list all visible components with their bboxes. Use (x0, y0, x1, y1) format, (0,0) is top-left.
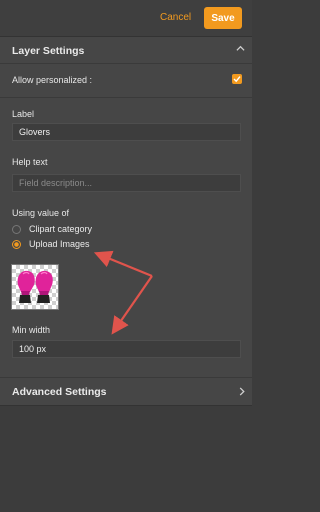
clipart-category-label[interactable]: Clipart category (29, 224, 92, 234)
help-text-label: Help text (12, 157, 48, 167)
layer-settings-panel: Layer Settings Allow personalized : Labe… (0, 37, 252, 406)
help-text-input[interactable]: Field description... (12, 174, 241, 192)
upload-images-label[interactable]: Upload Images (29, 239, 90, 249)
advanced-settings-header[interactable]: Advanced Settings (0, 377, 252, 406)
layer-settings-header[interactable]: Layer Settings (0, 37, 252, 64)
top-toolbar: Cancel Save (0, 0, 252, 37)
allow-personalized-checkbox[interactable] (232, 74, 242, 84)
checkmark-icon (233, 76, 241, 83)
chevron-up-icon[interactable] (236, 44, 245, 53)
radio-upload-images[interactable] (12, 240, 21, 249)
label-input[interactable]: Glovers (12, 123, 241, 141)
advanced-settings-title: Advanced Settings (12, 386, 107, 398)
divider (0, 97, 252, 98)
min-width-input[interactable]: 100 px (12, 340, 241, 358)
label-field-label: Label (12, 109, 35, 119)
layer-settings-title: Layer Settings (12, 45, 85, 57)
using-value-of-label: Using value of (12, 208, 70, 218)
min-width-label: Min width (12, 325, 51, 335)
save-button[interactable]: Save (204, 7, 242, 29)
boxing-gloves-icon (17, 270, 53, 303)
allow-personalized-label: Allow personalized : (12, 75, 93, 85)
uploaded-image-thumbnail[interactable] (11, 264, 59, 310)
chevron-right-icon[interactable] (238, 387, 246, 396)
cancel-button[interactable]: Cancel (160, 12, 191, 23)
radio-clipart-category[interactable] (12, 225, 21, 234)
